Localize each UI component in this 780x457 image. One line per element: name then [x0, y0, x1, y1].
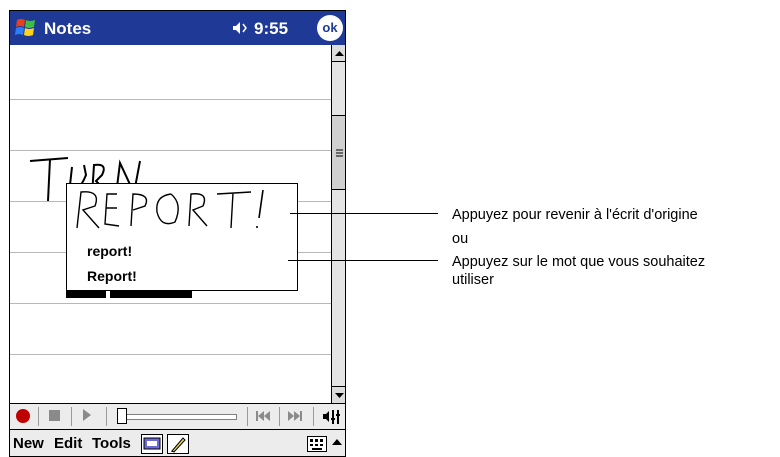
- callout-text-original: Appuyez pour revenir à l'écrit d'origine: [452, 207, 698, 223]
- callout-line-top: [290, 213, 438, 214]
- command-bar: New Edit Tools: [10, 429, 345, 456]
- menu-tools[interactable]: Tools: [92, 435, 131, 452]
- vertical-scrollbar[interactable]: [331, 45, 345, 403]
- slider-thumb[interactable]: [117, 408, 127, 424]
- clock[interactable]: 9:55: [254, 19, 288, 39]
- alternates-popup: report! Report!: [66, 183, 298, 291]
- arrow-up-icon: [335, 51, 344, 56]
- play-icon[interactable]: [83, 409, 91, 421]
- record-icon[interactable]: [16, 409, 30, 423]
- separator: [106, 407, 107, 426]
- pocket-pc-screen: Notes 9:55 ok report! Report! New Edit T…: [9, 10, 346, 457]
- stop-icon[interactable]: [49, 410, 60, 421]
- keyboard-icon[interactable]: [307, 436, 327, 452]
- callout-text-or: ou: [452, 231, 469, 247]
- separator: [279, 407, 280, 426]
- separator: [247, 407, 248, 426]
- windows-start-icon[interactable]: [14, 15, 40, 41]
- callout-text-choose-line1: Appuyez sur le mot que vous souhaitez: [452, 254, 706, 270]
- menu-edit[interactable]: Edit: [54, 435, 82, 452]
- recognizer-toggle-icon[interactable]: [141, 434, 163, 454]
- input-panel-arrow-icon[interactable]: [332, 439, 342, 445]
- original-ink-option[interactable]: [67, 184, 297, 232]
- recording-toolbar: [10, 403, 345, 429]
- scroll-thumb[interactable]: [332, 115, 345, 190]
- title-bar: Notes 9:55 ok: [10, 11, 345, 45]
- arrow-down-icon: [335, 393, 344, 398]
- menu-new[interactable]: New: [13, 435, 44, 452]
- grip-icon: [336, 149, 343, 157]
- skip-forward-icon[interactable]: [287, 410, 303, 422]
- callout-line-bottom: [288, 260, 438, 261]
- separator: [71, 407, 72, 426]
- slider-track: [123, 414, 237, 420]
- pen-icon[interactable]: [167, 434, 189, 454]
- callout-text-choose-line2: utiliser: [452, 272, 494, 288]
- volume-icon[interactable]: [322, 408, 342, 425]
- app-title: Notes: [44, 19, 92, 38]
- alternate-word[interactable]: report!: [87, 243, 132, 259]
- scroll-up-button[interactable]: [332, 45, 345, 62]
- playback-position-slider[interactable]: [117, 408, 239, 425]
- speaker-icon[interactable]: [232, 21, 250, 35]
- separator: [313, 407, 314, 426]
- alternate-word[interactable]: Report!: [87, 268, 137, 284]
- scroll-down-button[interactable]: [332, 386, 345, 403]
- ok-button[interactable]: ok: [317, 15, 343, 41]
- skip-back-icon[interactable]: [255, 410, 271, 422]
- separator: [38, 407, 39, 426]
